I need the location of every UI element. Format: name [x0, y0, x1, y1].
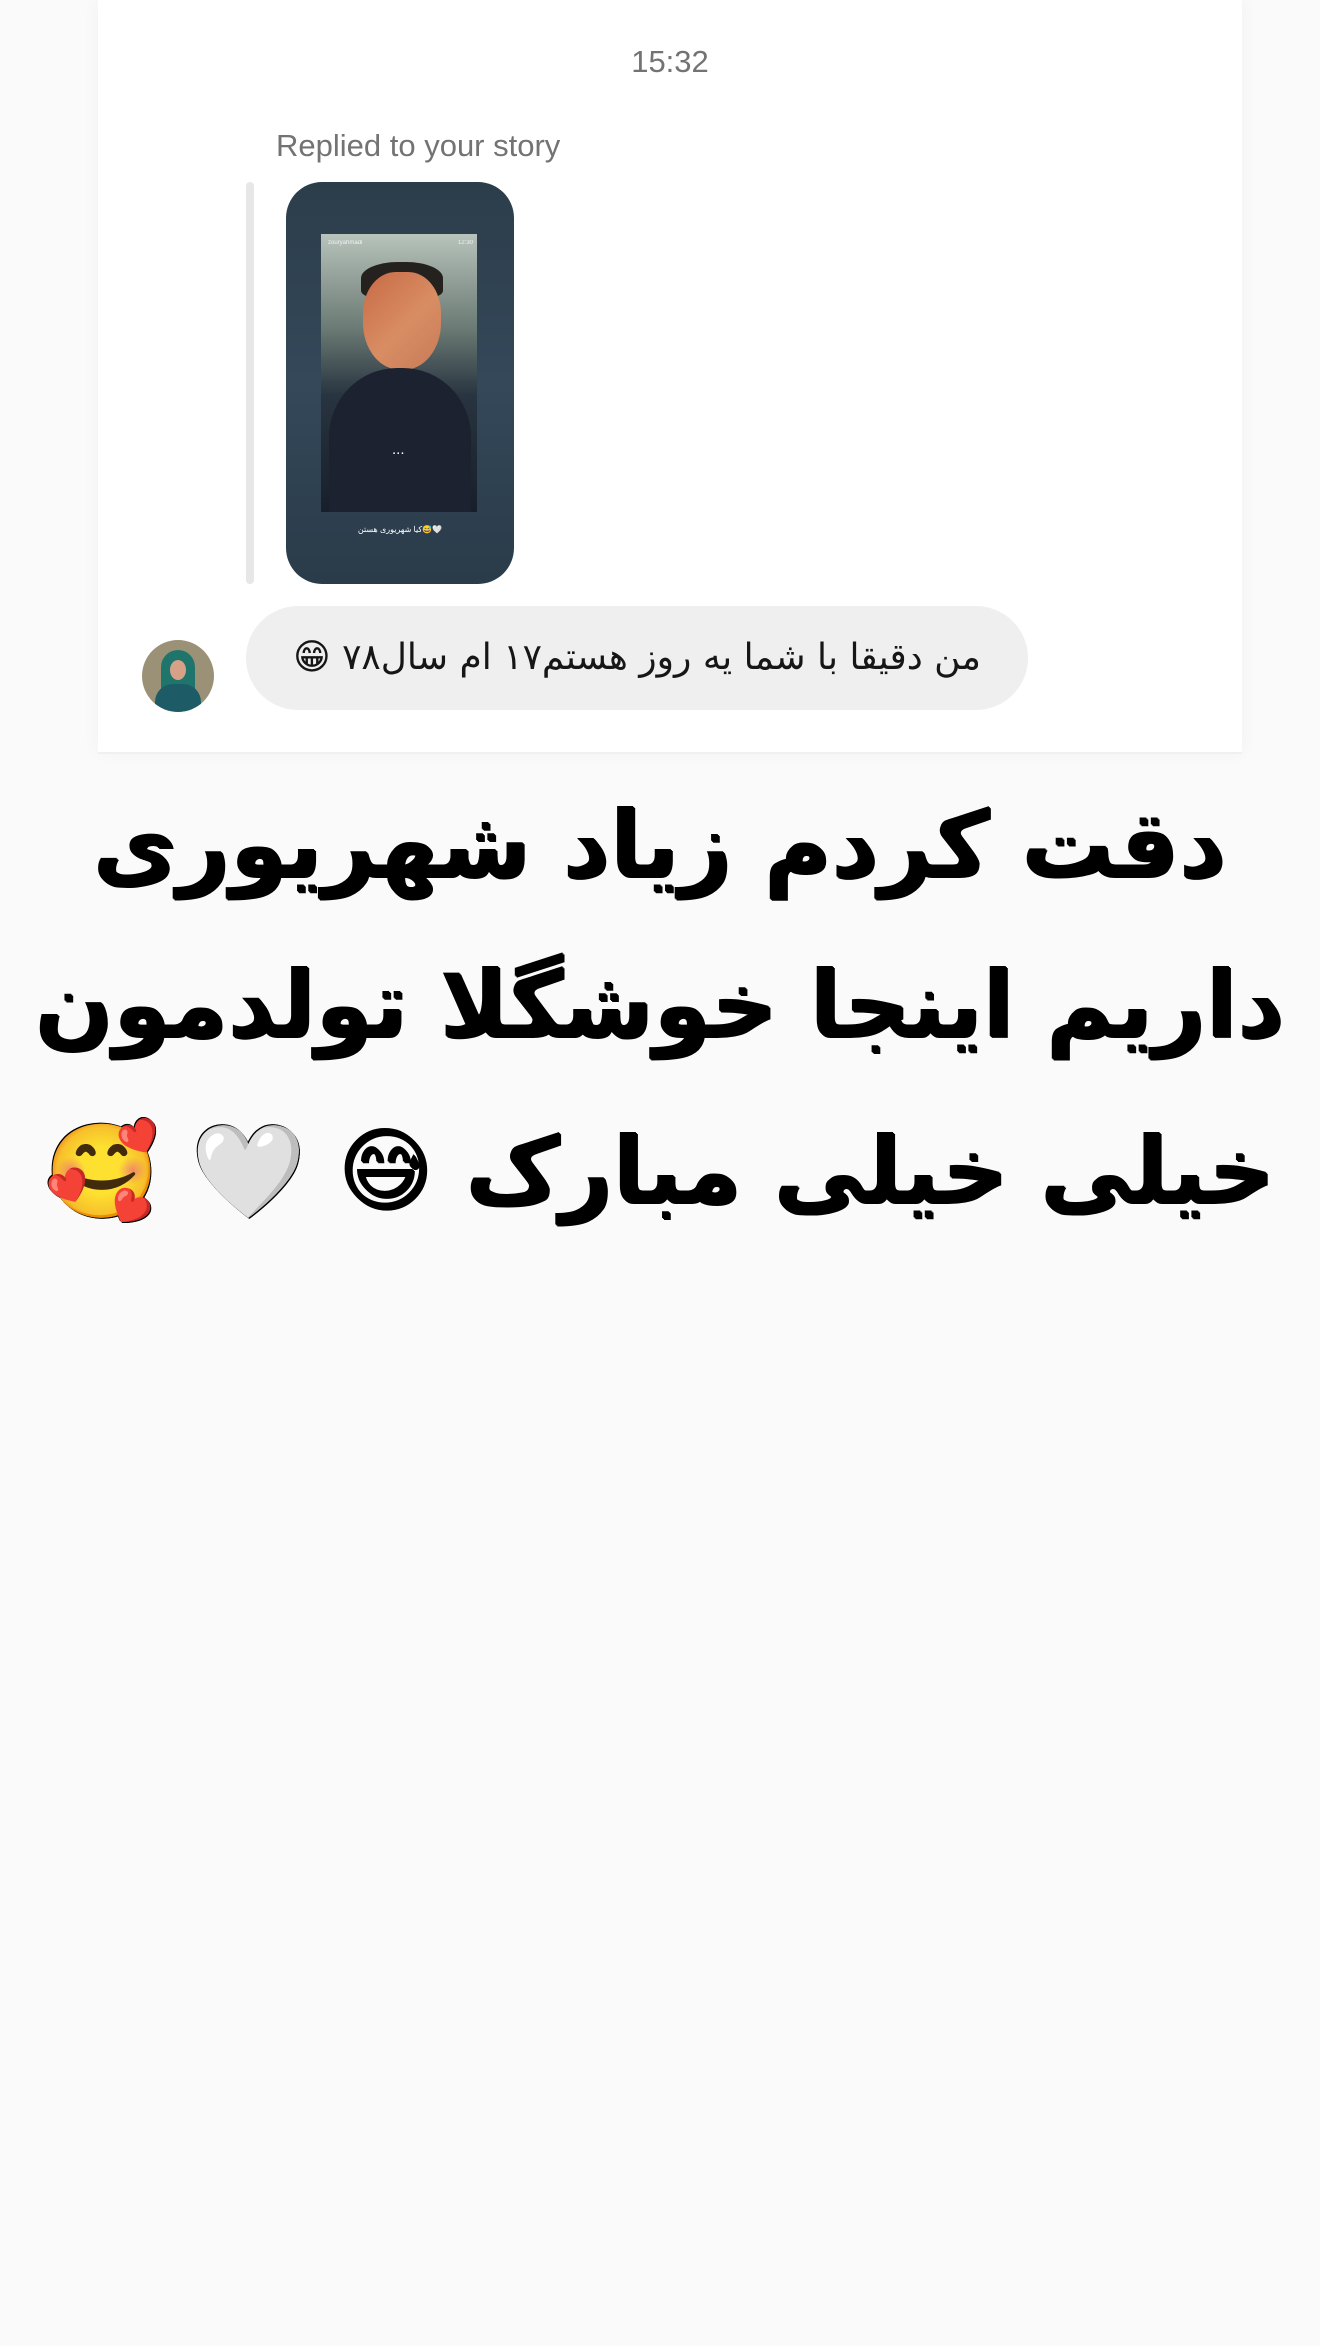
avatar-face: [170, 660, 186, 680]
message-bubble[interactable]: من دقیقا با شما یه روز هستم۱۷ ام سال۷۸ 😁: [246, 606, 1028, 710]
story-photo: [321, 234, 477, 512]
story-time: 12:30: [458, 240, 474, 246]
overlay-text-line-3: خیلی خیلی مبارک 😅 🤍 🥰: [44, 1118, 1276, 1225]
story-more-icon: ...: [392, 441, 405, 458]
message-timestamp: 15:32: [631, 44, 709, 79]
overlay-text-line-1: دقت کردم زیاد شهریوری: [93, 792, 1227, 899]
reply-indicator-bar: [246, 182, 254, 584]
instagram-dm-screenshot: 15:32 Replied to your story zouryahmadi …: [0, 0, 1320, 2346]
direct-message-card: 15:32 Replied to your story zouryahmadi …: [98, 0, 1242, 752]
replied-story-thumbnail[interactable]: zouryahmadi 12:30 ... کیا شهریوری هستن😅🤍: [286, 182, 514, 584]
story-caption: کیا شهریوری هستن😅🤍: [357, 525, 443, 534]
sender-avatar[interactable]: [142, 640, 214, 712]
overlay-text-line-2: داریم اینجا خوشگلا تولدمون: [35, 952, 1285, 1059]
story-person-face: [363, 272, 441, 370]
card-divider: [98, 752, 1242, 754]
story-person-shirt: [329, 368, 471, 512]
avatar-coat: [155, 684, 201, 712]
story-reply-label: Replied to your story: [276, 128, 561, 163]
story-username: zouryahmadi: [328, 240, 363, 246]
